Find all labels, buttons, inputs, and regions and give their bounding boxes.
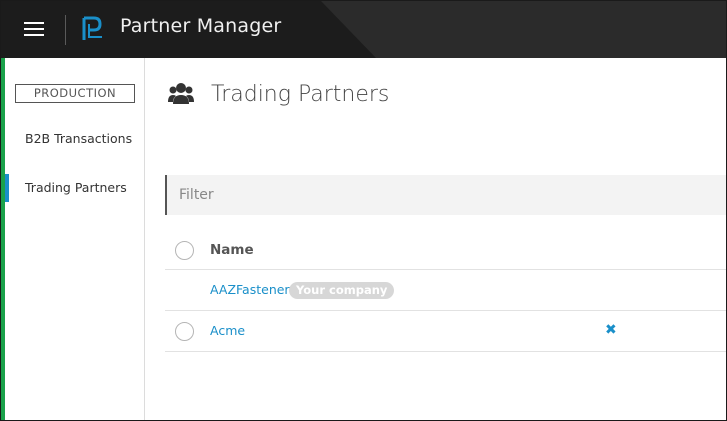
- product-logo-icon: [82, 16, 102, 40]
- table-header-row: Name: [165, 230, 726, 270]
- hamburger-menu-icon[interactable]: [21, 19, 47, 41]
- table-row: Acme ✖: [165, 311, 726, 352]
- app-window: Partner Manager PRODUCTION B2B Transacti…: [0, 0, 727, 421]
- sidebar-item-label: B2B Transactions: [25, 131, 133, 146]
- filter-input[interactable]: [167, 175, 726, 215]
- sidebar-item-label: Trading Partners: [25, 180, 127, 195]
- partners-table: Name AAZFasteners Your company Acme ✖: [165, 230, 726, 352]
- sidebar: PRODUCTION B2B Transactions Trading Part…: [5, 58, 145, 420]
- top-bar-divider: [65, 15, 66, 45]
- delete-icon[interactable]: ✖: [605, 323, 617, 337]
- main-content: Trading Partners Name AAZFasteners Your …: [146, 58, 726, 420]
- app-title: Partner Manager: [120, 15, 282, 37]
- select-all-radio[interactable]: [175, 241, 194, 260]
- column-header-name[interactable]: Name: [210, 242, 254, 258]
- partner-name-link[interactable]: Acme: [210, 323, 245, 338]
- page-title: Trading Partners: [211, 82, 390, 107]
- filter-box: [165, 175, 726, 215]
- users-group-icon: [168, 83, 194, 104]
- environment-label[interactable]: PRODUCTION: [15, 84, 135, 103]
- row-select-radio[interactable]: [175, 322, 194, 341]
- sidebar-item-trading-partners[interactable]: Trading Partners: [5, 174, 144, 202]
- sidebar-item-b2b-transactions[interactable]: B2B Transactions: [5, 125, 144, 153]
- partner-name-link[interactable]: AAZFasteners: [210, 282, 296, 297]
- your-company-badge: Your company: [289, 282, 395, 299]
- table-row: AAZFasteners Your company: [165, 270, 726, 311]
- top-bar: Partner Manager: [1, 1, 726, 58]
